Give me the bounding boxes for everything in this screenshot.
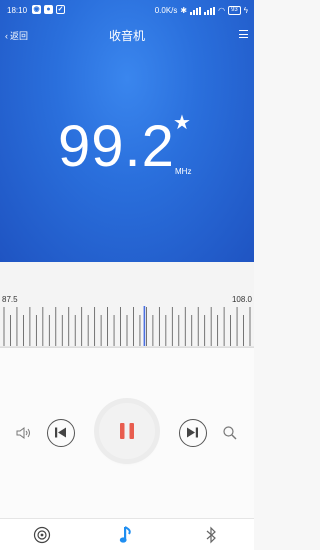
speaker-icon[interactable] xyxy=(16,426,32,440)
bottom-tab-bar xyxy=(0,518,254,550)
status-bar: 18:10 ◉ ● ✓ 0.0K/s ✱ ◠ 93 ϟ xyxy=(0,0,254,22)
charging-icon: ϟ xyxy=(243,6,248,15)
playback-controls xyxy=(0,348,254,518)
network-speed: 0.0K/s xyxy=(154,6,178,15)
scale-max-label: 108.0 xyxy=(231,295,252,304)
bluetooth-status-icon: ✱ xyxy=(180,6,188,15)
frequency-display: 99.2 xyxy=(58,114,175,179)
tab-bluetooth[interactable] xyxy=(201,525,221,545)
tuner-panel: 87.5 108.0 xyxy=(0,262,254,348)
notification-icons: ◉ ● ✓ xyxy=(32,5,65,14)
hero-panel: 18:10 ◉ ● ✓ 0.0K/s ✱ ◠ 93 ϟ ‹ 返回 收音机 99.… xyxy=(0,0,254,262)
search-icon[interactable] xyxy=(222,425,238,441)
previous-station-button[interactable] xyxy=(47,419,75,447)
app-notification-icon: ✓ xyxy=(56,5,65,14)
skip-next-icon xyxy=(187,427,198,438)
scale-min-label: 87.5 xyxy=(2,295,18,304)
play-pause-button[interactable] xyxy=(99,403,155,459)
pause-icon xyxy=(120,423,134,439)
wifi-icon: ◠ xyxy=(218,6,226,15)
frequency-unit: MHz xyxy=(175,167,192,176)
app-notification-icon: ◉ xyxy=(32,5,41,14)
signal-icon xyxy=(204,6,216,15)
skip-previous-icon xyxy=(55,427,66,438)
menu-icon[interactable] xyxy=(239,30,248,38)
battery-indicator: 93 xyxy=(228,6,241,15)
tab-music[interactable] xyxy=(117,525,137,545)
tuning-dial[interactable] xyxy=(0,306,254,348)
signal-icon xyxy=(190,6,202,15)
status-right: 0.0K/s ✱ ◠ 93 ϟ xyxy=(155,6,248,15)
title-bar: ‹ 返回 收音机 xyxy=(0,22,254,48)
page-title: 收音机 xyxy=(108,29,145,43)
next-station-button[interactable] xyxy=(179,419,207,447)
status-time: 18:10 xyxy=(7,6,28,15)
shield-icon: ● xyxy=(44,5,53,14)
favorite-star-icon[interactable]: ★ xyxy=(173,113,191,133)
tab-radio[interactable] xyxy=(32,525,52,545)
